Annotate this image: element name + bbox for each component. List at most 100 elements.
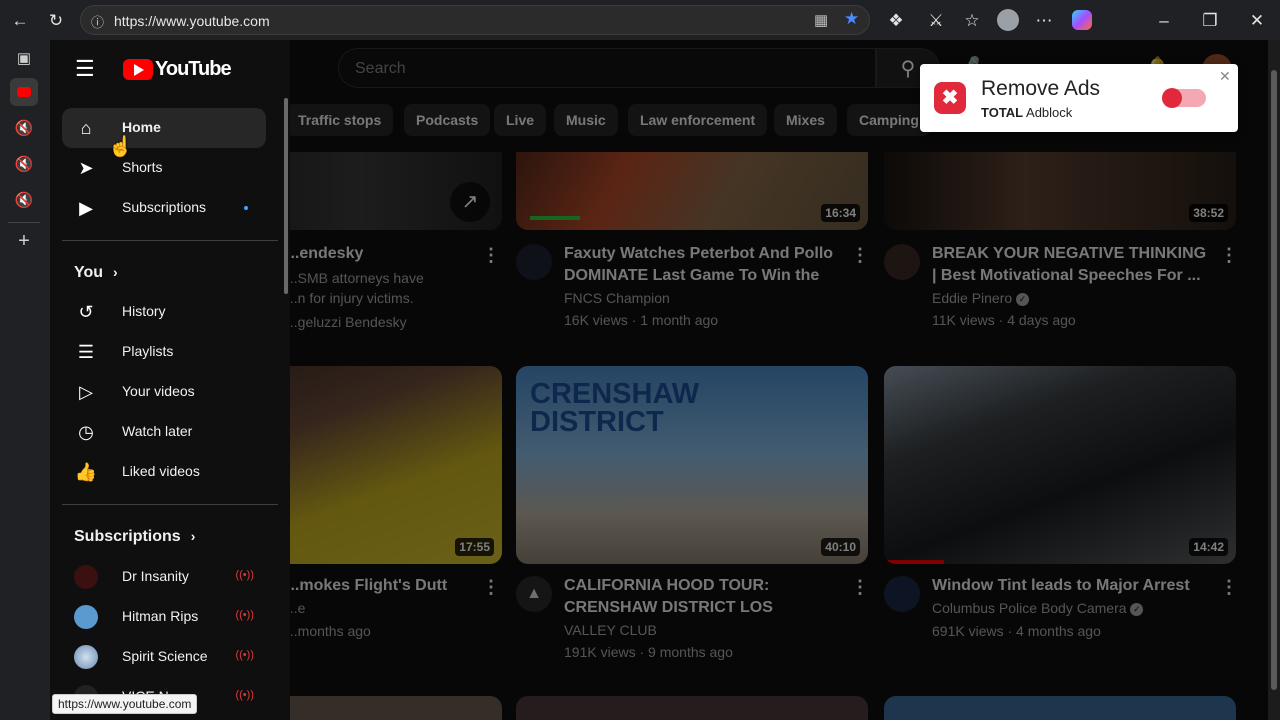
video-thumbnail[interactable]	[516, 696, 868, 720]
chip-law-enforcement[interactable]: Law enforcement	[628, 104, 768, 136]
video-channel[interactable]: ...geluzzi Bendesky	[286, 314, 407, 330]
youtube-logo[interactable]: YouTube	[123, 57, 232, 81]
chip-live[interactable]: Live	[494, 104, 547, 136]
extensions-icon[interactable]: ❖	[884, 8, 908, 32]
url-text[interactable]: https://www.youtube.com	[114, 13, 270, 29]
back-icon[interactable]: ←	[8, 8, 32, 32]
video-title[interactable]: ...mokes Flight's Dutt Pack!	[286, 575, 486, 597]
video-title[interactable]: BREAK YOUR NEGATIVE THINKING | Best Moti…	[932, 243, 1212, 287]
video-channel[interactable]: VALLEY CLUB	[564, 622, 657, 638]
muted-tab-icon[interactable]: 🔇	[10, 186, 38, 214]
video-thumbnail[interactable]: 38:52	[884, 152, 1236, 230]
guide-item-label: Playlists	[122, 343, 174, 359]
video-thumbnail[interactable]: 16:34	[516, 152, 868, 230]
more-actions-icon[interactable]: ⋮	[1219, 243, 1239, 267]
video-title[interactable]: CALIFORNIA HOOD TOUR: CRENSHAW DISTRICT …	[564, 575, 844, 619]
chip-camping[interactable]: Camping	[847, 104, 931, 136]
video-thumbnail[interactable]: CRENSHAW DISTRICT 40:10	[516, 366, 868, 564]
guide-item-history[interactable]: ↺ History	[62, 292, 266, 332]
thumbnail-caption: CRENSHAW DISTRICT	[530, 380, 699, 437]
site-info-icon[interactable]: ⓘ	[91, 12, 104, 31]
video-thumbnail[interactable]: 14:42	[884, 366, 1236, 564]
more-menu-icon[interactable]: ⋯	[1032, 8, 1056, 32]
more-actions-icon[interactable]: ⋮	[850, 575, 870, 599]
muted-tab-icon[interactable]: 🔇	[10, 114, 38, 142]
search-input[interactable]: Search	[338, 48, 876, 88]
favorites-icon[interactable]: ☆	[960, 8, 984, 32]
restore-icon[interactable]: ❐	[1198, 8, 1222, 32]
copilot-icon[interactable]	[1070, 8, 1094, 32]
external-link-icon[interactable]: ↗	[450, 182, 490, 222]
chip-podcasts[interactable]: Podcasts	[404, 104, 491, 136]
chip-traffic-stops[interactable]: Traffic stops	[286, 104, 394, 136]
remove-ads-toggle[interactable]	[1162, 88, 1206, 108]
guide-drawer: ☰ YouTube ⌂ Home ➤ Shorts ▶ Subscription…	[50, 40, 290, 720]
hand-cursor-icon: ☝	[108, 136, 133, 158]
channel-avatar[interactable]	[516, 244, 552, 280]
channel-avatar[interactable]	[884, 576, 920, 612]
close-popup-icon[interactable]: ✕	[1219, 68, 1231, 85]
guide-item-home[interactable]: ⌂ Home	[62, 108, 266, 148]
guide-item-your-videos[interactable]: ▷ Your videos	[62, 372, 266, 412]
video-channel[interactable]: FNCS Champion	[564, 290, 670, 306]
adblock-brand: TOTAL Adblock	[981, 105, 1072, 120]
browser-sidebar: ▣ 🔇 🔇 🔇 +	[0, 40, 50, 720]
guide-item-watch-later[interactable]: ◷ Watch later	[62, 412, 266, 452]
guide-item-playlists[interactable]: ☰ Playlists	[62, 332, 266, 372]
address-bar[interactable]: ⓘ https://www.youtube.com ▦ ★	[80, 5, 870, 35]
more-actions-icon[interactable]: ⋮	[1219, 575, 1239, 599]
live-indicator-icon: ((•))	[235, 569, 254, 581]
browser-essentials-icon[interactable]: ⚔	[924, 8, 948, 32]
video-channel[interactable]: Columbus Police Body Camera ✓	[932, 600, 1144, 616]
video-title[interactable]: Window Tint leads to Major Arrest	[932, 575, 1212, 597]
guide-item-shorts[interactable]: ➤ Shorts	[62, 148, 266, 188]
youtube-play-icon	[123, 58, 153, 80]
subscription-channel-name: Dr Insanity	[122, 568, 189, 584]
guide-item-label: Home	[122, 119, 161, 135]
channel-avatar[interactable]: ▲	[516, 576, 552, 612]
channel-name[interactable]: Eddie Pinero	[932, 290, 1012, 306]
chip-mixes[interactable]: Mixes	[774, 104, 837, 136]
subscription-channel[interactable]: Dr Insanity ((•))	[62, 557, 266, 597]
more-actions-icon[interactable]: ⋮	[481, 575, 501, 599]
guide-item-subscriptions[interactable]: ▶ Subscriptions	[62, 188, 266, 228]
live-indicator-icon: ((•))	[235, 689, 254, 701]
adblock-logo-icon: ✖	[934, 82, 966, 114]
subscriptions-header-label: Subscriptions	[74, 528, 181, 545]
video-title[interactable]: Faxuty Watches Peterbot And Pollo DOMINA…	[564, 243, 844, 287]
subscription-channel[interactable]: Hitman Rips ((•))	[62, 597, 266, 637]
scrollbar-thumb[interactable]	[1271, 70, 1277, 690]
video-channel[interactable]: Eddie Pinero ✓	[932, 290, 1030, 306]
subscription-channel[interactable]: Spirit Science ((•))	[62, 637, 266, 677]
more-actions-icon[interactable]: ⋮	[850, 243, 870, 267]
more-actions-icon[interactable]: ⋮	[481, 243, 501, 267]
you-section-header[interactable]: You ›	[74, 264, 118, 282]
favorite-star-icon[interactable]: ★	[844, 9, 859, 29]
profile-avatar[interactable]	[996, 8, 1020, 32]
youtube-wordmark: YouTube	[155, 57, 232, 80]
search-icon: ⚲	[900, 57, 916, 80]
refresh-icon[interactable]: ↻	[44, 8, 68, 32]
page-scrollbar[interactable]	[1268, 40, 1280, 720]
channel-avatar	[74, 605, 98, 629]
app-available-icon[interactable]: ▦	[814, 11, 828, 29]
video-meta: 16K views · 1 month ago	[564, 312, 719, 328]
tab-actions-icon[interactable]: ▣	[10, 44, 38, 72]
muted-tab-icon[interactable]: 🔇	[10, 150, 38, 178]
new-tab-icon[interactable]: +	[10, 227, 38, 255]
guide-item-liked-videos[interactable]: 👍 Liked videos	[62, 452, 266, 492]
close-window-icon[interactable]: ✕	[1245, 8, 1269, 32]
drawer-scrollbar-thumb[interactable]	[284, 98, 288, 294]
your-videos-icon: ▷	[79, 381, 93, 402]
chip-music[interactable]: Music	[554, 104, 618, 136]
subscriptions-section-header[interactable]: Subscriptions ›	[74, 528, 195, 546]
video-thumbnail[interactable]	[884, 696, 1236, 720]
channel-name[interactable]: Columbus Police Body Camera	[932, 600, 1127, 616]
minimize-icon[interactable]: –	[1152, 8, 1176, 32]
shorts-icon: ➤	[78, 157, 94, 178]
video-title[interactable]: ...endesky	[286, 243, 486, 265]
menu-icon[interactable]: ☰	[75, 58, 99, 82]
channel-avatar[interactable]	[884, 244, 920, 280]
guide-item-label: Liked videos	[122, 463, 200, 479]
youtube-tab-icon[interactable]	[10, 78, 38, 106]
